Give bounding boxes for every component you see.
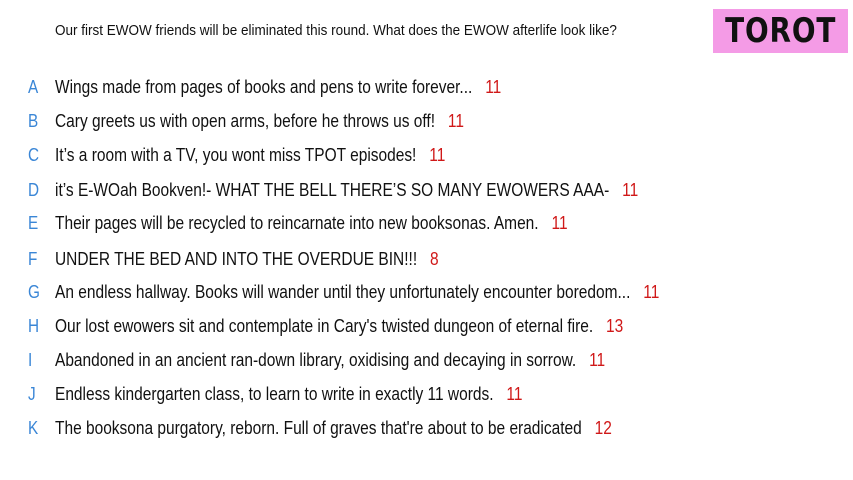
word-count: 11 — [447, 110, 464, 131]
response-letter: D — [28, 179, 40, 200]
response-text: Endless kindergarten class, to learn to … — [55, 383, 494, 404]
word-count: 11 — [622, 179, 639, 200]
response-text: An endless hallway. Books will wander un… — [55, 281, 631, 302]
response-letter: K — [28, 417, 39, 438]
response-text: it’s E-WOah Bookven!- WHAT THE BELL THER… — [55, 179, 610, 200]
prompt-text: Our first EWOW friends will be eliminate… — [55, 22, 617, 39]
response-letter: H — [28, 315, 40, 336]
response-letter: A — [28, 76, 39, 97]
word-count: 8 — [430, 248, 439, 269]
word-count: 11 — [429, 144, 446, 165]
response-letter: B — [28, 110, 39, 131]
word-count: 11 — [643, 281, 660, 302]
word-count: 13 — [606, 315, 624, 336]
logo-text: TOROT — [724, 11, 837, 51]
response-letter: I — [28, 349, 33, 370]
response-letter: J — [28, 383, 36, 404]
response-letter: G — [28, 281, 40, 302]
response-text: Their pages will be recycled to reincarn… — [55, 212, 539, 233]
response-text: Wings made from pages of books and pens … — [55, 76, 473, 97]
response-text: It’s a room with a TV, you wont miss TPO… — [55, 144, 417, 165]
response-text: Abandoned in an ancient ran-down library… — [55, 349, 577, 370]
response-letter: E — [28, 212, 39, 233]
response-letter: C — [28, 144, 40, 165]
response-text: UNDER THE BED AND INTO THE OVERDUE BIN!!… — [55, 248, 418, 269]
word-count: 11 — [506, 383, 523, 404]
response-text: The booksona purgatory, reborn. Full of … — [55, 417, 582, 438]
response-letter: F — [28, 248, 38, 269]
logo-box: TOROT — [713, 9, 848, 53]
response-text: Our lost ewowers sit and contemplate in … — [55, 315, 594, 336]
word-count: 11 — [589, 349, 606, 370]
word-count: 12 — [594, 417, 612, 438]
word-count: 11 — [485, 76, 502, 97]
response-text: Cary greets us with open arms, before he… — [55, 110, 436, 131]
word-count: 11 — [551, 212, 568, 233]
